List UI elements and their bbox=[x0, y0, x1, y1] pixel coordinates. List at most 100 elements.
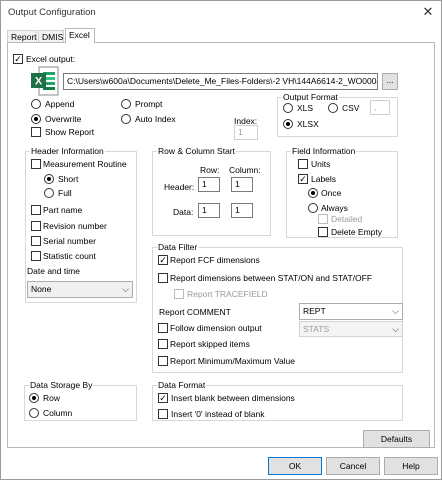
data-column-input[interactable]: 1 bbox=[231, 203, 253, 218]
report-skipped-checkbox[interactable] bbox=[158, 339, 168, 349]
xlsx-label: XLSX bbox=[297, 119, 319, 129]
statistic-count-label: Statistic count bbox=[43, 251, 96, 261]
measurement-routine-checkbox[interactable] bbox=[31, 159, 41, 169]
report-tracefield-checkbox[interactable] bbox=[174, 289, 184, 299]
chevron-down-icon: ⌵ bbox=[392, 306, 399, 316]
part-name-label: Part name bbox=[43, 205, 83, 215]
row-column-start-group: Row & Column Start bbox=[152, 146, 271, 236]
delete-empty-checkbox[interactable] bbox=[318, 227, 328, 237]
part-name-checkbox[interactable] bbox=[31, 205, 41, 215]
cancel-button[interactable]: Cancel bbox=[326, 457, 380, 475]
append-radio[interactable] bbox=[31, 99, 41, 109]
full-label: Full bbox=[58, 188, 72, 198]
field-information-title: Field Information bbox=[291, 146, 357, 156]
once-label: Once bbox=[321, 188, 342, 198]
follow-dimension-value: STATS bbox=[303, 324, 330, 334]
revision-number-checkbox[interactable] bbox=[31, 221, 41, 231]
title-bar: Output Configuration ✕ bbox=[1, 1, 441, 25]
excel-output-label: Excel output: bbox=[26, 54, 76, 64]
defaults-button[interactable]: Defaults bbox=[363, 430, 430, 448]
prompt-radio[interactable] bbox=[121, 99, 131, 109]
overwrite-label: Overwrite bbox=[45, 114, 82, 124]
storage-row-radio[interactable] bbox=[29, 393, 39, 403]
excel-tab-panel: ✓ Excel output: X C:\Users\w600a\Documen… bbox=[7, 42, 435, 448]
header-row-input[interactable]: 1 bbox=[198, 177, 220, 192]
follow-dimension-label: Follow dimension output bbox=[170, 323, 262, 333]
report-skipped-label: Report skipped items bbox=[170, 339, 250, 349]
output-configuration-dialog: Output Configuration ✕ Report DMIS Excel… bbox=[0, 0, 442, 480]
labels-checkbox[interactable]: ✓ bbox=[298, 174, 308, 184]
date-time-value: None bbox=[31, 284, 52, 294]
measurement-routine-label: Measurement Routine bbox=[43, 159, 127, 169]
browse-button[interactable]: ... bbox=[382, 73, 398, 90]
report-minmax-checkbox[interactable] bbox=[158, 356, 168, 366]
svg-text:X: X bbox=[35, 76, 43, 88]
data-row-input[interactable]: 1 bbox=[198, 203, 220, 218]
detailed-label: Detailed bbox=[331, 214, 363, 224]
storage-column-radio[interactable] bbox=[29, 408, 39, 418]
data-filter-title: Data Filter bbox=[157, 242, 199, 252]
follow-dimension-select[interactable]: STATS ⌵ bbox=[299, 321, 403, 337]
report-comment-label: Report COMMENT bbox=[159, 307, 231, 317]
close-icon[interactable]: ✕ bbox=[421, 4, 435, 20]
excel-icon: X bbox=[31, 66, 59, 96]
storage-row-label: Row bbox=[43, 393, 61, 403]
date-time-select[interactable]: None ⌵ bbox=[27, 281, 133, 298]
csv-radio[interactable] bbox=[328, 103, 338, 113]
report-comment-select[interactable]: REPT ⌵ bbox=[299, 303, 403, 320]
tab-excel[interactable]: Excel bbox=[65, 28, 95, 43]
insert-blank-checkbox[interactable]: ✓ bbox=[158, 393, 168, 403]
follow-dimension-checkbox[interactable] bbox=[158, 323, 168, 333]
data-label: Data: bbox=[173, 207, 194, 217]
show-report-label: Show Report bbox=[45, 127, 95, 137]
insert-blank-label: Insert blank between dimensions bbox=[171, 393, 295, 403]
help-button[interactable]: Help bbox=[384, 457, 438, 475]
data-format-title: Data Format bbox=[157, 380, 207, 390]
report-minmax-label: Report Minimum/Maximum Value bbox=[170, 356, 296, 366]
once-radio[interactable] bbox=[308, 188, 318, 198]
header-column-input[interactable]: 1 bbox=[231, 177, 253, 192]
append-label: Append bbox=[45, 99, 75, 109]
full-radio[interactable] bbox=[44, 188, 54, 198]
insert-zero-checkbox[interactable] bbox=[158, 409, 168, 419]
storage-column-label: Column bbox=[43, 408, 73, 418]
csv-separator-input[interactable]: , bbox=[370, 100, 390, 115]
units-checkbox[interactable] bbox=[298, 159, 308, 169]
report-comment-value: REPT bbox=[303, 306, 326, 316]
date-time-label: Date and time bbox=[27, 266, 80, 276]
report-fcf-label: Report FCF dimensions bbox=[170, 255, 260, 265]
data-storage-title: Data Storage By bbox=[29, 380, 94, 390]
prompt-label: Prompt bbox=[135, 99, 163, 109]
header-information-title: Header Information bbox=[30, 146, 105, 156]
row-label: Row: bbox=[200, 165, 220, 175]
serial-number-checkbox[interactable] bbox=[31, 236, 41, 246]
report-fcf-checkbox[interactable]: ✓ bbox=[158, 255, 168, 265]
ok-button[interactable]: OK bbox=[268, 457, 322, 475]
always-radio[interactable] bbox=[308, 203, 318, 213]
index-input[interactable]: 1 bbox=[234, 125, 258, 140]
short-radio[interactable] bbox=[44, 174, 54, 184]
units-label: Units bbox=[311, 159, 331, 169]
short-label: Short bbox=[58, 174, 79, 184]
detailed-checkbox[interactable] bbox=[318, 214, 328, 224]
chevron-down-icon: ⌵ bbox=[122, 284, 129, 294]
serial-number-label: Serial number bbox=[43, 236, 96, 246]
excel-output-checkbox[interactable]: ✓ bbox=[13, 54, 23, 64]
row-column-start-title: Row & Column Start bbox=[157, 146, 236, 156]
overwrite-radio[interactable] bbox=[31, 114, 41, 124]
auto-index-radio[interactable] bbox=[121, 114, 131, 124]
excel-path-input[interactable]: C:\Users\w600a\Documents\Delete_Me_Files… bbox=[63, 73, 378, 90]
chevron-down-icon: ⌵ bbox=[392, 324, 399, 334]
auto-index-label: Auto Index bbox=[135, 114, 176, 124]
statistic-count-checkbox[interactable] bbox=[31, 251, 41, 261]
csv-label: CSV bbox=[342, 103, 360, 113]
show-report-checkbox[interactable] bbox=[31, 127, 41, 137]
report-tracefield-label: Report TRACEFIELD bbox=[187, 289, 268, 299]
xlsx-radio[interactable] bbox=[283, 119, 293, 129]
xls-radio[interactable] bbox=[283, 103, 293, 113]
output-format-title: Output Format bbox=[282, 92, 339, 102]
report-between-checkbox[interactable] bbox=[158, 273, 168, 283]
column-label: Column: bbox=[229, 165, 261, 175]
xls-label: XLS bbox=[297, 103, 314, 113]
revision-number-label: Revision number bbox=[43, 221, 107, 231]
